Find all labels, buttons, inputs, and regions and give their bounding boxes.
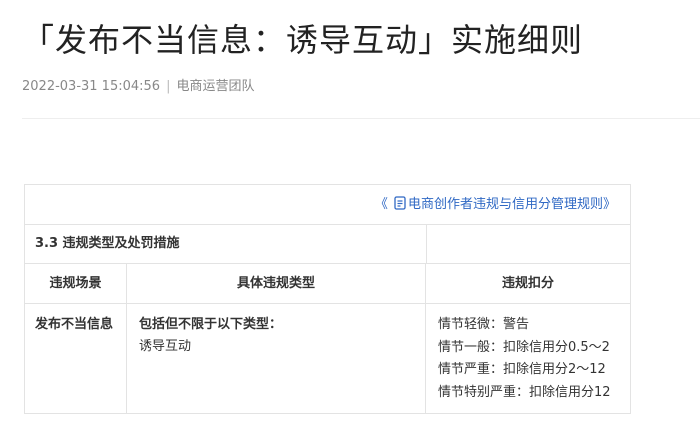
column-divider: [426, 225, 427, 263]
header-cell-types: 具体违规类型: [127, 264, 426, 303]
penalty-item: 情节一般：扣除信用分0.5～2: [438, 339, 610, 355]
article-page: 「发布不当信息：诱导互动」实施细则 2022-03-31 15:04:56 | 电商…: [0, 0, 700, 443]
penalty-item: 情节严重：扣除信用分2～12: [438, 362, 606, 377]
rules-table: 《 电商创作者违规与信用分管理规则》 3.3 违规类型及处罚措施 违规场景 具体…: [24, 184, 631, 414]
header-cell-penalty: 违规扣分: [426, 264, 630, 303]
author-name: 电商运营团队: [176, 79, 255, 94]
article-meta: 2022-03-31 15:04:56 | 电商运营团队: [22, 77, 254, 97]
open-bracket: 《: [374, 197, 388, 212]
document-icon: [394, 196, 406, 217]
close-bracket: 》: [602, 197, 616, 212]
violation-types: 包括但不限于以下类型： 诱导互动: [139, 314, 417, 358]
section-title: 3.3 违规类型及处罚措施: [35, 236, 180, 251]
header-cell-scene: 违规场景: [25, 264, 127, 303]
table-header-row: 违规场景 具体违规类型 违规扣分: [25, 264, 630, 304]
violation-scene: 发布不当信息: [35, 317, 114, 332]
article-title: 「发布不当信息：诱导互动」实施细则: [22, 21, 584, 59]
publish-datetime: 2022-03-31 15:04:56: [22, 79, 161, 94]
types-cell: 包括但不限于以下类型： 诱导互动: [127, 304, 426, 413]
penalty-item: 情节特别严重：扣除信用分12: [438, 384, 611, 400]
penalty-item: 情节轻微：警告: [438, 317, 530, 332]
reference-label: 电商创作者违规与信用分管理规则: [407, 197, 603, 212]
meta-separator: |: [166, 79, 171, 94]
header-label-types: 具体违规类型: [236, 276, 315, 291]
scene-cell: 发布不当信息: [25, 304, 127, 413]
types-lead: 包括但不限于以下类型：: [139, 317, 283, 332]
penalty-list: 情节轻微：警告 情节一般：扣除信用分0.5～2 情节严重：扣除信用分2～12 情…: [438, 314, 624, 404]
header-label-scene: 违规场景: [49, 276, 102, 291]
violation-type-item: 诱导互动: [139, 339, 192, 354]
section-row: 3.3 违规类型及处罚措施: [25, 225, 630, 264]
header-divider: [22, 118, 700, 119]
reference-row: 《 电商创作者违规与信用分管理规则》: [25, 185, 630, 225]
header-label-penalty: 违规扣分: [501, 276, 554, 291]
rules-reference-link[interactable]: 《 电商创作者违规与信用分管理规则》: [375, 195, 616, 217]
table-row: 发布不当信息 包括但不限于以下类型： 诱导互动 情节轻微：警告 情节一般：扣除信…: [25, 304, 630, 413]
penalty-cell: 情节轻微：警告 情节一般：扣除信用分0.5～2 情节严重：扣除信用分2～12 情…: [426, 304, 630, 413]
